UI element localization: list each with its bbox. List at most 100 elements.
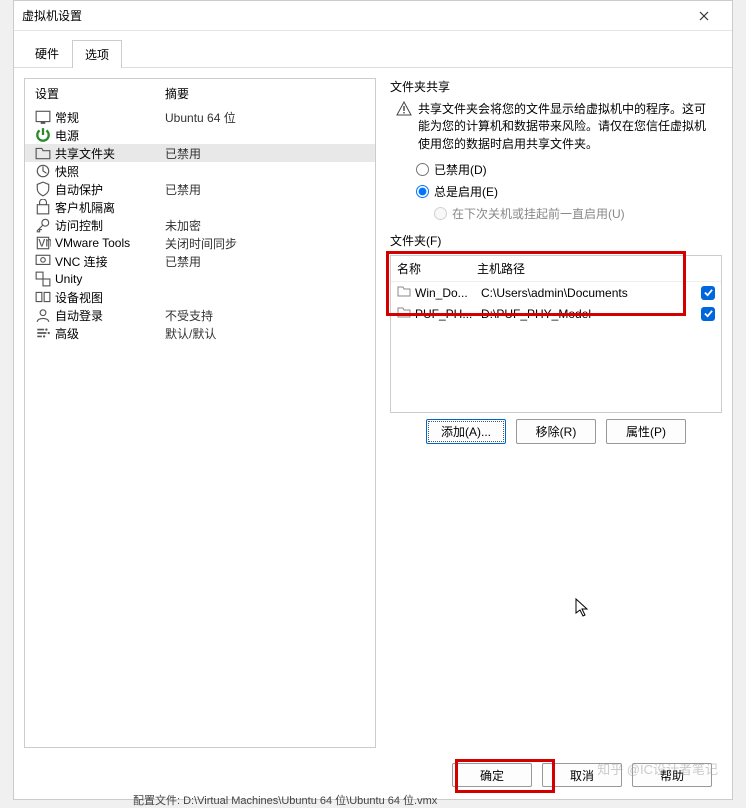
- setting-value: 默认/默认: [165, 325, 365, 342]
- ok-button[interactable]: 确定: [452, 763, 532, 787]
- setting-label: VNC 连接: [55, 253, 165, 270]
- radio-always-input[interactable]: [416, 185, 429, 198]
- radio-disabled-label: 已禁用(D): [434, 161, 487, 178]
- folder-icon: [397, 284, 411, 301]
- setting-label: VMware Tools: [55, 236, 165, 250]
- setting-label: 常规: [55, 109, 165, 126]
- folder-path: D:\PUF_PHY_Model: [481, 307, 697, 321]
- settings-list: 常规Ubuntu 64 位电源共享文件夹已禁用快照自动保护已禁用客户机隔离访问控…: [25, 108, 375, 342]
- watermark: 知乎 @IC设计者笔记: [597, 759, 718, 778]
- setting-row-auto-protect[interactable]: 自动保护已禁用: [25, 180, 375, 198]
- setting-row-advanced[interactable]: 高级默认/默认: [25, 324, 375, 342]
- setting-row-unity[interactable]: Unity: [25, 270, 375, 288]
- close-icon: [699, 11, 709, 21]
- shared-folders-icon: [35, 146, 51, 160]
- setting-row-autologon[interactable]: 自动登录不受支持: [25, 306, 375, 324]
- general-icon: [35, 110, 51, 124]
- setting-row-guest-isolation[interactable]: 客户机隔离: [25, 198, 375, 216]
- setting-value: Ubuntu 64 位: [165, 109, 365, 126]
- folder-enabled-checkbox[interactable]: [701, 286, 715, 300]
- radio-until[interactable]: 在下次关机或挂起前一直启用(U): [416, 205, 722, 222]
- folders-listbox[interactable]: 名称 主机路径 Win_Do... C:\Users\admin\Document…: [390, 255, 722, 413]
- setting-label: 设备视图: [55, 289, 165, 306]
- auto-protect-icon: [35, 182, 51, 196]
- setting-row-vmware-tools[interactable]: vm VMware Tools关闭时间同步: [25, 234, 375, 252]
- setting-value: 不受支持: [165, 307, 365, 324]
- folder-icon: [397, 305, 411, 322]
- power-icon: [35, 128, 51, 142]
- setting-row-vnc[interactable]: VNC 连接已禁用: [25, 252, 375, 270]
- setting-value: 已禁用: [165, 181, 365, 198]
- tab-options[interactable]: 选项: [72, 40, 122, 68]
- folder-enabled-checkbox[interactable]: [701, 307, 715, 321]
- settings-header: 设置 摘要: [25, 79, 375, 108]
- titlebar: 虚拟机设置: [14, 1, 732, 31]
- col-setting: 设置: [35, 85, 165, 102]
- folder-row[interactable]: Win_Do... C:\Users\admin\Documents: [391, 282, 721, 303]
- setting-label: 访问控制: [55, 217, 165, 234]
- setting-label: 自动保护: [55, 181, 165, 198]
- setting-label: 电源: [55, 127, 165, 144]
- radio-disabled-input[interactable]: [416, 163, 429, 176]
- setting-value: 已禁用: [165, 253, 365, 270]
- radio-until-label: 在下次关机或挂起前一直启用(U): [452, 205, 625, 222]
- radio-always-label: 总是启用(E): [434, 183, 498, 200]
- setting-row-general[interactable]: 常规Ubuntu 64 位: [25, 108, 375, 126]
- close-button[interactable]: [684, 2, 724, 30]
- tab-hardware[interactable]: 硬件: [22, 39, 72, 67]
- radio-disabled[interactable]: 已禁用(D): [416, 161, 722, 178]
- setting-label: 快照: [55, 163, 165, 180]
- vnc-icon: [35, 254, 51, 268]
- folders-title: 文件夹(F): [390, 232, 722, 249]
- setting-row-device-view[interactable]: 设备视图: [25, 288, 375, 306]
- tab-bar: 硬件 选项: [14, 31, 732, 68]
- setting-label: 共享文件夹: [55, 145, 165, 162]
- folder-row[interactable]: PUF_PH... D:\PUF_PHY_Model: [391, 303, 721, 324]
- svg-text:vm: vm: [38, 235, 51, 249]
- vm-settings-dialog: 虚拟机设置 硬件 选项 设置 摘要 常规Ubuntu 64 位电源共享文件夹已禁…: [13, 0, 733, 800]
- radio-group: 已禁用(D) 总是启用(E) 在下次关机或挂起前一直启用(U): [390, 161, 722, 222]
- radio-until-input: [434, 207, 447, 220]
- folder-name: Win_Do...: [415, 286, 477, 300]
- share-group: 文件夹共享 共享文件夹会将您的文件显示给虚拟机中的程序。这可能为您的计算机和数据…: [390, 78, 722, 222]
- setting-value: 已禁用: [165, 145, 365, 162]
- advanced-icon: [35, 326, 51, 340]
- snapshot-icon: [35, 164, 51, 178]
- setting-label: 自动登录: [55, 307, 165, 324]
- properties-button[interactable]: 属性(P): [606, 419, 686, 444]
- right-panel: 文件夹共享 共享文件夹会将您的文件显示给虚拟机中的程序。这可能为您的计算机和数据…: [390, 78, 722, 748]
- setting-row-access-control[interactable]: 访问控制未加密: [25, 216, 375, 234]
- access-control-icon: [35, 218, 51, 232]
- cursor-icon: [575, 598, 589, 621]
- folders-col-name: 名称: [397, 260, 477, 277]
- setting-label: 客户机隔离: [55, 199, 165, 216]
- warning-icon: [396, 101, 412, 153]
- autologon-icon: [35, 308, 51, 322]
- folder-buttons: 添加(A)... 移除(R) 属性(P): [390, 419, 722, 444]
- setting-value: 关闭时间同步: [165, 235, 365, 252]
- unity-icon: [35, 272, 51, 286]
- radio-always[interactable]: 总是启用(E): [416, 183, 722, 200]
- setting-row-power[interactable]: 电源: [25, 126, 375, 144]
- add-folder-button[interactable]: 添加(A)...: [426, 419, 506, 444]
- setting-value: 未加密: [165, 217, 365, 234]
- setting-row-snapshot[interactable]: 快照: [25, 162, 375, 180]
- device-view-icon: [35, 290, 51, 304]
- dialog-title: 虚拟机设置: [22, 7, 684, 24]
- folders-group: 文件夹(F) 名称 主机路径 Win_Do... C:\Users\admin\D…: [390, 232, 722, 444]
- folder-path: C:\Users\admin\Documents: [481, 286, 697, 300]
- guest-isolation-icon: [35, 200, 51, 214]
- setting-label: 高级: [55, 325, 165, 342]
- vmware-tools-icon: vm: [35, 236, 51, 250]
- settings-list-panel: 设置 摘要 常规Ubuntu 64 位电源共享文件夹已禁用快照自动保护已禁用客户…: [24, 78, 376, 748]
- folder-name: PUF_PH...: [415, 307, 477, 321]
- warning-text: 共享文件夹会将您的文件显示给虚拟机中的程序。这可能为您的计算机和数据带来风险。请…: [418, 101, 716, 153]
- col-summary: 摘要: [165, 85, 365, 102]
- folders-col-path: 主机路径: [477, 260, 715, 277]
- remove-folder-button[interactable]: 移除(R): [516, 419, 596, 444]
- setting-row-shared-folders[interactable]: 共享文件夹已禁用: [25, 144, 375, 162]
- setting-label: Unity: [55, 272, 165, 286]
- folders-header: 名称 主机路径: [391, 256, 721, 282]
- content-area: 设置 摘要 常规Ubuntu 64 位电源共享文件夹已禁用快照自动保护已禁用客户…: [14, 68, 732, 758]
- warning-row: 共享文件夹会将您的文件显示给虚拟机中的程序。这可能为您的计算机和数据带来风险。请…: [390, 101, 722, 161]
